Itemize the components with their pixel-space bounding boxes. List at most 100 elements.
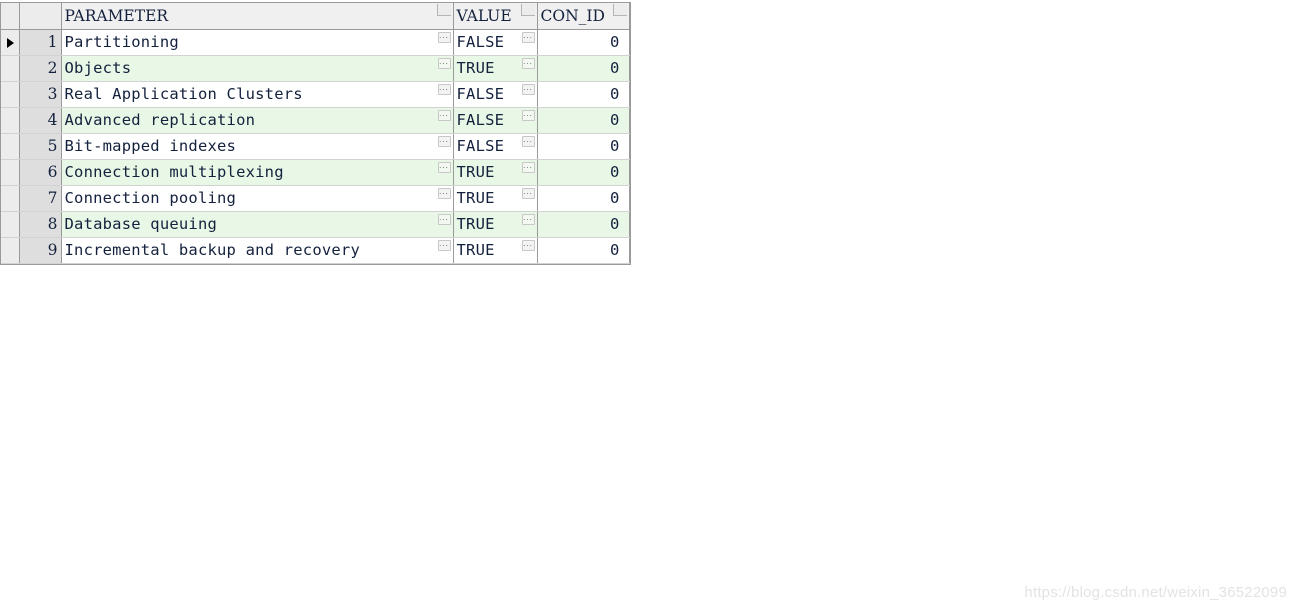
column-header-parameter-label: PARAMETER [64,6,169,25]
cell-editor-ellipsis-button[interactable]: ... [437,213,451,225]
parameter-cell[interactable]: Incremental backup and recovery... [61,237,454,264]
value-cell[interactable]: FALSE... [453,107,538,134]
row-marker-cell[interactable] [1,237,20,264]
column-header-conid[interactable]: CON_ID [537,3,630,30]
row-number-cell[interactable]: 4 [19,107,62,134]
conid-cell-text: 0 [609,240,620,259]
conid-cell[interactable]: 0 [537,107,630,134]
column-header-value[interactable]: VALUE [453,3,538,30]
parameter-cell-text: Connection pooling [64,188,237,207]
cell-editor-ellipsis-button[interactable]: ... [437,57,451,69]
value-cell[interactable]: FALSE... [453,81,538,108]
conid-cell[interactable]: 0 [537,159,630,186]
value-cell[interactable]: TRUE... [453,159,538,186]
parameter-cell-text: Real Application Clusters [64,84,303,103]
cell-editor-ellipsis-button[interactable]: ... [437,31,451,43]
cell-editor-ellipsis-button[interactable]: ... [521,135,535,147]
row-marker-cell[interactable] [1,55,20,82]
table-body: 1 Partitioning... FALSE... 0 2 Objects... TRUE… [1,29,630,264]
row-marker-cell[interactable] [1,211,20,238]
conid-cell[interactable]: 0 [537,211,630,238]
table-row[interactable]: 3 Real Application Clusters... FALSE... 0 [1,81,630,108]
row-marker-cell[interactable] [1,107,20,134]
column-resize-handle-parameter[interactable] [436,4,451,16]
row-marker-cell[interactable] [1,185,20,212]
result-grid[interactable]: PARAMETER VALUE CON_ID 1 Partitioning... F… [0,2,631,265]
column-header-parameter[interactable]: PARAMETER [61,3,454,30]
conid-cell[interactable]: 0 [537,185,630,212]
cell-editor-ellipsis-button[interactable]: ... [521,239,535,251]
conid-cell-text: 0 [609,58,620,77]
conid-cell[interactable]: 0 [537,133,630,160]
row-number-cell[interactable]: 3 [19,81,62,108]
table-header: PARAMETER VALUE CON_ID [1,3,630,30]
parameter-cell[interactable]: Objects... [61,55,454,82]
cell-editor-ellipsis-button[interactable]: ... [437,83,451,95]
cell-editor-ellipsis-button[interactable]: ... [521,83,535,95]
row-number-cell[interactable]: 9 [19,237,62,264]
table-row[interactable]: 9 Incremental backup and recovery... TRUE.… [1,237,630,264]
parameter-cell-text: Connection multiplexing [64,162,284,181]
row-number-cell[interactable]: 6 [19,159,62,186]
parameter-cell[interactable]: Database queuing... [61,211,454,238]
table-row[interactable]: 1 Partitioning... FALSE... 0 [1,29,630,56]
table-row[interactable]: 2 Objects... TRUE... 0 [1,55,630,82]
column-header-marker [1,3,20,30]
conid-cell[interactable]: 0 [537,237,630,264]
parameter-cell-text: Advanced replication [64,110,256,129]
cell-editor-ellipsis-button[interactable]: ... [521,109,535,121]
table-row[interactable]: 6 Connection multiplexing... TRUE... 0 [1,159,630,186]
conid-cell[interactable]: 0 [537,29,630,56]
table-row[interactable]: 7 Connection pooling... TRUE... 0 [1,185,630,212]
row-marker-cell[interactable] [1,159,20,186]
parameter-cell-text: Incremental backup and recovery [64,240,360,259]
value-cell[interactable]: TRUE... [453,211,538,238]
row-number-cell[interactable]: 8 [19,211,62,238]
cell-editor-ellipsis-button[interactable]: ... [437,109,451,121]
table-row[interactable]: 4 Advanced replication... FALSE... 0 [1,107,630,134]
cell-editor-ellipsis-button[interactable]: ... [521,31,535,43]
table-row[interactable]: 8 Database queuing... TRUE... 0 [1,211,630,238]
row-number-cell[interactable]: 5 [19,133,62,160]
row-number-cell[interactable]: 7 [19,185,62,212]
parameter-cell[interactable]: Connection multiplexing... [61,159,454,186]
parameter-cell[interactable]: Partitioning... [61,29,454,56]
row-marker-cell[interactable] [1,29,20,56]
conid-cell[interactable]: 0 [537,81,630,108]
cell-editor-ellipsis-button[interactable]: ... [521,57,535,69]
cell-editor-ellipsis-button[interactable]: ... [437,187,451,199]
value-cell[interactable]: TRUE... [453,237,538,264]
parameter-cell[interactable]: Connection pooling... [61,185,454,212]
value-cell[interactable]: TRUE... [453,185,538,212]
parameter-cell-text: Bit-mapped indexes [64,136,237,155]
cell-editor-ellipsis-button[interactable]: ... [521,187,535,199]
row-marker-cell[interactable] [1,133,20,160]
conid-cell[interactable]: 0 [537,55,630,82]
watermark: https://blog.csdn.net/weixin_36522099 [1024,584,1287,601]
column-resize-handle-conid[interactable] [612,4,627,16]
cell-editor-ellipsis-button[interactable]: ... [437,135,451,147]
current-row-indicator-icon [6,38,14,48]
parameter-cell[interactable]: Bit-mapped indexes... [61,133,454,160]
parameter-cell[interactable]: Real Application Clusters... [61,81,454,108]
row-marker-cell[interactable] [1,81,20,108]
table-row[interactable]: 5 Bit-mapped indexes... FALSE... 0 [1,133,630,160]
value-cell[interactable]: TRUE... [453,55,538,82]
cell-editor-ellipsis-button[interactable]: ... [521,161,535,173]
column-resize-handle-value[interactable] [520,4,535,16]
conid-cell-text: 0 [609,84,620,103]
header-row: PARAMETER VALUE CON_ID [1,3,630,30]
cell-editor-ellipsis-button[interactable]: ... [521,213,535,225]
value-cell[interactable]: FALSE... [453,29,538,56]
row-number-cell[interactable]: 2 [19,55,62,82]
cell-editor-ellipsis-button[interactable]: ... [437,161,451,173]
column-header-rownum [19,3,62,30]
row-number-cell[interactable]: 1 [19,29,62,56]
cell-editor-ellipsis-button[interactable]: ... [437,239,451,251]
database-feature-table: PARAMETER VALUE CON_ID 1 Partitioning... F… [1,3,630,264]
parameter-cell[interactable]: Advanced replication... [61,107,454,134]
value-cell[interactable]: FALSE... [453,133,538,160]
parameter-cell-text: Partitioning [64,32,179,51]
conid-cell-text: 0 [609,110,620,129]
conid-cell-text: 0 [609,32,620,51]
